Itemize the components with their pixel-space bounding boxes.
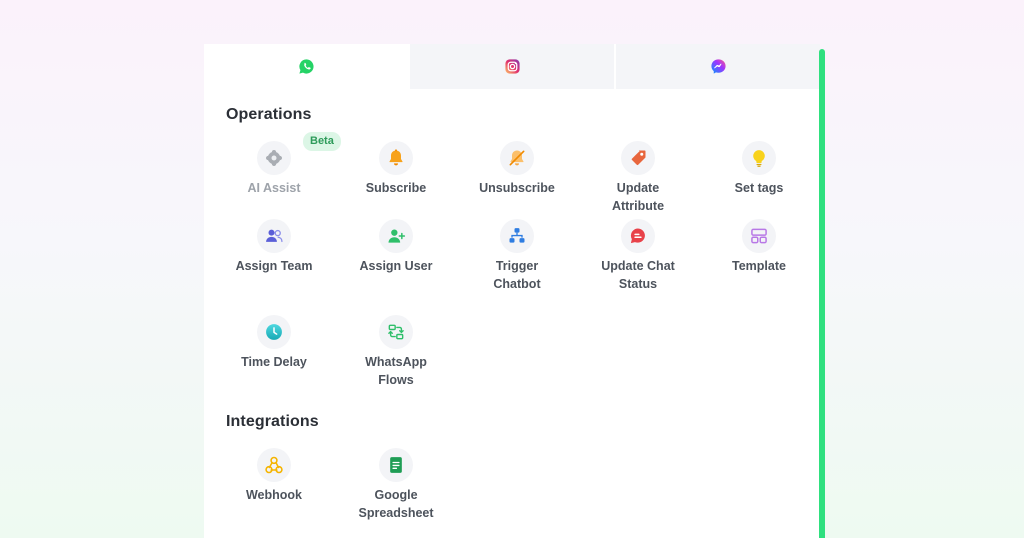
time-delay-label: Time Delay [241,355,307,369]
whatsapp-flows-icon-bg [379,315,413,349]
ai-assist-label: AI Assist [247,181,301,195]
unsubscribe-icon-bg [500,141,534,175]
assign-user-icon-bg [379,219,413,253]
messenger-icon [710,59,726,74]
time-delay-action[interactable]: Time Delay [219,315,329,371]
subscribe-icon-bg [379,141,413,175]
unsubscribe-label: Unsubscribe [479,181,555,195]
update-chat-status-icon-bg [621,219,655,253]
set-tags-action[interactable]: Set tags [704,141,814,197]
google-spreadsheet-action[interactable]: Google Spreadsheet [341,448,451,522]
bell-off-icon [509,150,525,166]
spreadsheet-icon [390,457,402,473]
time-delay-icon-bg [257,315,291,349]
google-spreadsheet-label: Google Spreadsheet [358,488,434,520]
user-add-icon [388,229,406,243]
whatsapp-icon [298,59,314,74]
clock-icon [266,324,282,340]
ai-assist-action[interactable]: AI Assist [219,141,329,197]
update-chat-status-action[interactable]: Update Chat Status [583,219,693,293]
team-icon [266,229,283,243]
template-label: Template [732,259,786,273]
update-attribute-action[interactable]: Update Attribute [583,141,693,215]
tab-instagram[interactable] [408,44,614,89]
sparkle-icon [266,150,282,166]
set-tags-icon-bg [742,141,776,175]
webhook-label: Webhook [245,488,303,502]
subscribe-label: Subscribe [365,181,427,195]
update-attribute-icon-bg [621,141,655,175]
google-spreadsheet-icon-bg [379,448,413,482]
integrations-heading: Integrations [226,413,319,430]
operations-heading: Operations [226,106,312,123]
chat-status-icon [630,228,645,244]
flow-icon [509,228,525,243]
flows-icon [388,324,404,340]
template-icon [751,228,767,244]
webhook-icon [265,456,283,474]
subscribe-action[interactable]: Subscribe [341,141,451,197]
webhook-icon-bg [257,448,291,482]
tab-messenger[interactable] [614,44,820,89]
assign-user-action[interactable]: Assign User [341,219,451,275]
tab-whatsapp[interactable] [204,44,408,89]
assign-user-label: Assign User [359,259,433,273]
bell-icon [389,149,403,166]
trigger-chatbot-icon-bg [500,219,534,253]
unsubscribe-action[interactable]: Unsubscribe [462,141,572,197]
update-attribute-label: Update Attribute [611,181,665,213]
template-icon-bg [742,219,776,253]
accent-bar [819,49,825,538]
set-tags-label: Set tags [734,181,784,195]
instagram-icon [504,59,520,74]
assign-team-action[interactable]: Assign Team [219,219,329,275]
assign-team-label: Assign Team [235,259,313,273]
whatsapp-flows-action[interactable]: WhatsApp Flows [341,315,451,389]
lightbulb-icon [753,150,765,167]
assign-team-icon-bg [257,219,291,253]
webhook-action[interactable]: Webhook [219,448,329,504]
update-chat-status-label: Update Chat Status [601,259,675,291]
ai-assist-icon-bg [257,141,291,175]
actions-panel: Operations Beta AI Assist Subscribe Unsu… [204,44,820,538]
trigger-chatbot-label: Trigger Chatbot [493,259,541,291]
trigger-chatbot-action[interactable]: Trigger Chatbot [462,219,572,293]
template-action[interactable]: Template [704,219,814,275]
channel-tabs [204,44,820,89]
whatsapp-flows-label: WhatsApp Flows [365,355,427,387]
tag-icon [631,150,646,166]
